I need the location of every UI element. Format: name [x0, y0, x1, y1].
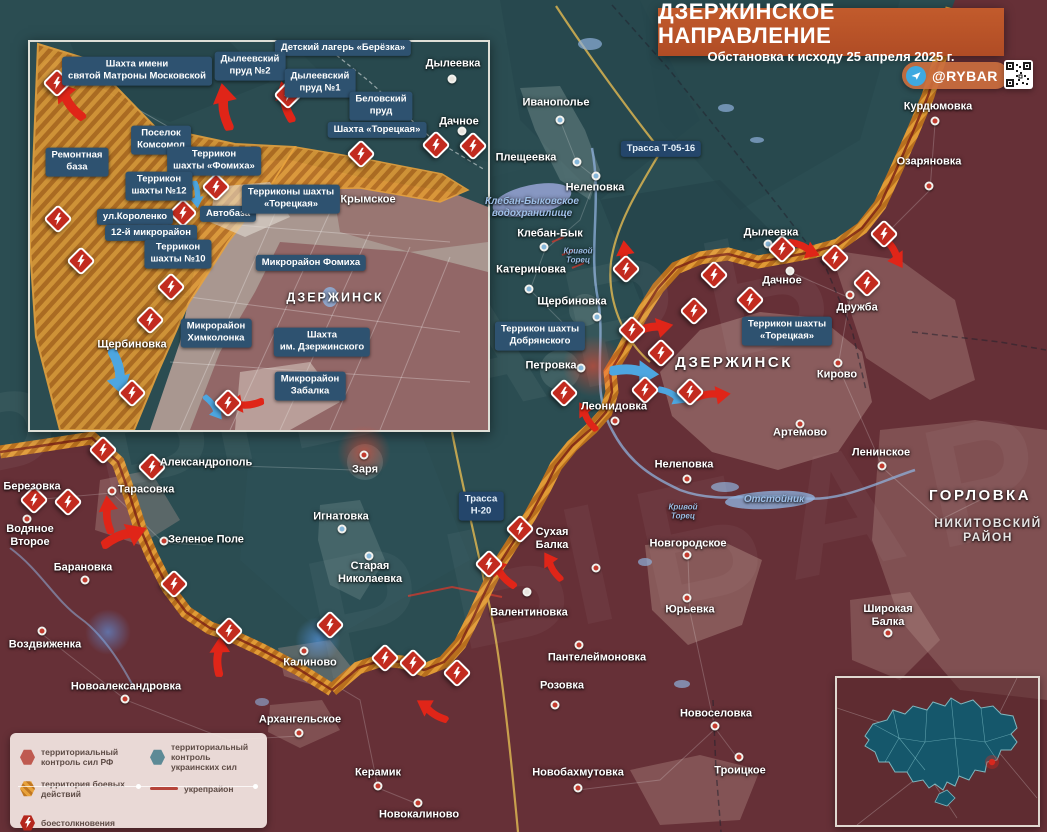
legend-road-line [18, 786, 258, 787]
map-title: ДЗЕРЖИНСКОЕ НАПРАВЛЕНИЕ [658, 0, 1004, 46]
legend-item-combat-zone: территория боевых действий [20, 779, 142, 799]
title-banner: ДЗЕРЖИНСКОЕ НАПРАВЛЕНИЕ Обстановка к исх… [658, 8, 1004, 56]
situation-map: РЫБАРЬ РЫБАРЬ [0, 0, 1047, 832]
qr-code [1004, 60, 1033, 89]
legend-item-clashes: боестолкновения [20, 815, 142, 831]
legend-label: боестолкновения [41, 818, 115, 828]
combat-zone-icon [20, 781, 35, 797]
rf-control-icon [20, 749, 35, 765]
legend-label: территориальный контроль украинских сил [171, 742, 257, 773]
ua-control-icon [150, 749, 165, 765]
ukraine-minimap [835, 676, 1040, 827]
legend-label: территориальный контроль сил РФ [41, 747, 142, 767]
legend-item-fortified: укрепрайон [150, 779, 257, 799]
legend: территориальный контроль сил РФ территор… [10, 733, 267, 828]
legend-item-ua-control: территориальный контроль украинских сил [150, 742, 257, 773]
clash-icon [20, 815, 35, 831]
channel-badge: @RYBAR [902, 62, 1009, 89]
inset-city-map [28, 40, 490, 432]
channel-name: @RYBAR [932, 68, 998, 84]
fortified-line-icon [150, 787, 178, 790]
telegram-icon [906, 66, 926, 86]
location-dot [989, 759, 995, 765]
legend-item-rf-control: территориальный контроль сил РФ [20, 742, 142, 773]
ukraine-shape [865, 698, 1017, 790]
legend-label: территория боевых действий [41, 779, 142, 799]
